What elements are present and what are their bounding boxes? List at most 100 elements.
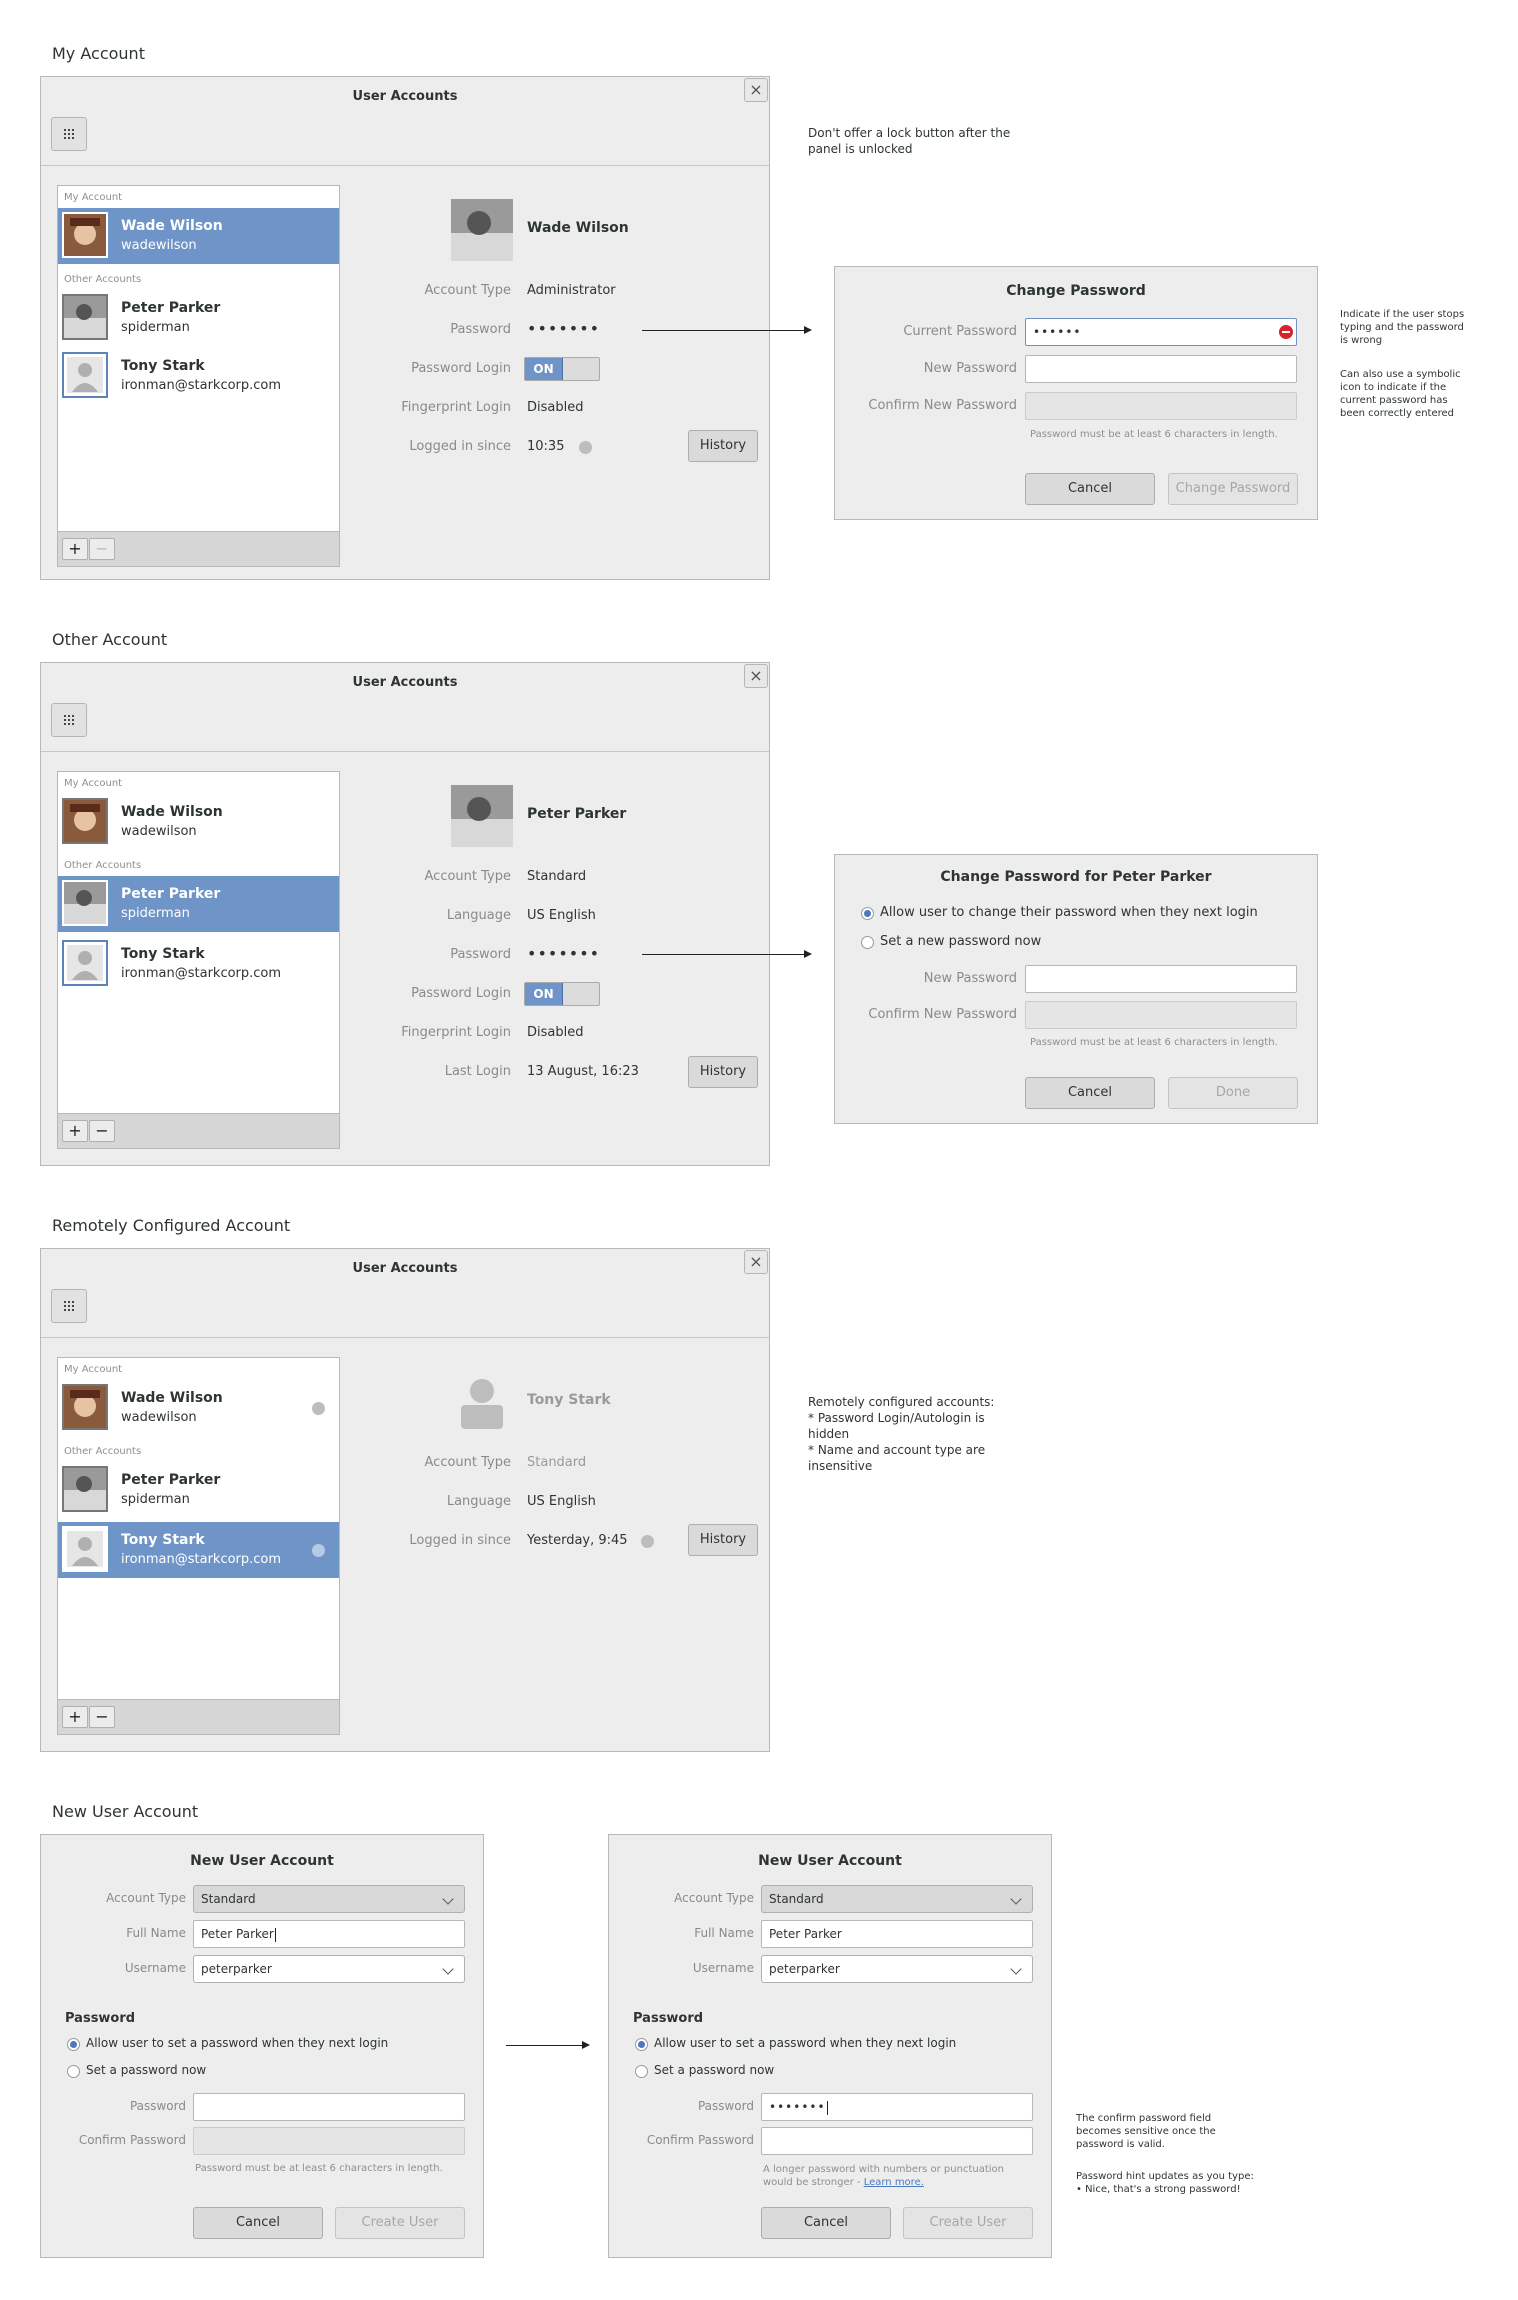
cancel-button[interactable]: Cancel [193,2207,323,2239]
label-new-password: New Password [923,971,1017,986]
label-password: Password [697,2099,754,2113]
password-field[interactable] [193,2093,465,2121]
password-login-switch[interactable]: ON [524,357,600,381]
radio-next-login[interactable] [861,907,874,920]
person-icon [62,1526,108,1572]
arrow-right-icon [804,950,812,958]
language-value[interactable]: US English [527,908,596,923]
confirm-password-field[interactable] [1025,1001,1297,1029]
new-password-field[interactable] [1025,355,1297,383]
grid-icon[interactable] [51,1289,87,1323]
dialog-title: Change Password [1006,283,1146,299]
account-type-combo[interactable]: Standard [761,1885,1033,1913]
label-logged-in-since: Logged in since [409,439,511,454]
full-name-field[interactable]: Peter Parker [761,1920,1033,1948]
list-item-wade-wilson[interactable]: Wade Wilson wadewilson [58,1380,339,1436]
new-password-field[interactable] [1025,965,1297,993]
label-language: Language [446,908,511,923]
change-password-button[interactable]: Change Password [1168,473,1298,505]
radio-next-login-label[interactable]: Allow user to set a password when they n… [654,2036,956,2050]
remove-icon[interactable]: − [89,1120,115,1142]
full-name-field[interactable]: Peter Parker [193,1920,465,1948]
grid-icon[interactable] [51,703,87,737]
header-separator [41,751,769,752]
confirm-password-field[interactable] [1025,392,1297,420]
password-value[interactable]: ••••••• [527,319,600,338]
window-title: User Accounts [352,1261,458,1276]
radio-set-now-label[interactable]: Set a password now [654,2063,774,2077]
check-icon [312,1544,325,1557]
list-item-peter-parker[interactable]: Peter Parker spiderman [58,290,339,346]
user-list: My Account Wade Wilson wadewilson Other … [57,771,340,1149]
fingerprint-value[interactable]: Disabled [527,400,583,415]
radio-next-login-label[interactable]: Allow user to set a password when they n… [86,2036,388,2050]
radio-set-now-label[interactable]: Set a password now [86,2063,206,2077]
fingerprint-value[interactable]: Disabled [527,1025,583,1040]
password-value[interactable]: ••••••• [527,944,600,963]
user-name[interactable]: Peter Parker [527,806,626,822]
label-fingerprint-login: Fingerprint Login [401,400,511,415]
create-user-button[interactable]: Create User [335,2207,465,2239]
label-confirm-password: Confirm Password [78,2133,186,2147]
cancel-button[interactable]: Cancel [1025,473,1155,505]
cancel-button[interactable]: Cancel [761,2207,891,2239]
user-avatar[interactable] [451,199,513,261]
note-hint-updates: Password hint updates as you type: • Nic… [1076,2171,1254,2195]
account-type-combo[interactable]: Standard [193,1885,465,1913]
radio-set-now-label[interactable]: Set a new password now [880,934,1041,949]
account-type-value[interactable]: Administrator [527,283,616,298]
radio-next-login-label[interactable]: Allow user to change their password when… [880,905,1258,920]
radio-set-now[interactable] [635,2065,648,2078]
create-user-button[interactable]: Create User [903,2207,1033,2239]
history-button[interactable]: History [688,1524,758,1556]
add-icon[interactable]: + [62,538,88,560]
header-separator [41,1337,769,1338]
learn-more-link[interactable]: Learn more. [864,2177,924,2188]
list-item-peter-parker[interactable]: Peter Parker spiderman [58,1462,339,1518]
close-icon[interactable]: × [744,1250,768,1274]
logged-in-value: Yesterday, 9:45 [527,1533,628,1548]
user-avatar[interactable] [451,785,513,847]
label-username: Username [124,1961,186,1975]
label-account-type: Account Type [424,869,511,884]
current-password-field[interactable]: •••••• [1025,318,1297,346]
confirm-password-field[interactable] [193,2127,465,2155]
language-value[interactable]: US English [527,1494,596,1509]
list-item-wade-wilson[interactable]: Wade Wilson wadewilson [58,794,339,850]
user-name[interactable]: Wade Wilson [527,220,629,236]
radio-set-now[interactable] [861,936,874,949]
done-button[interactable]: Done [1168,1077,1298,1109]
radio-set-now[interactable] [67,2065,80,2078]
grid-icon[interactable] [51,117,87,151]
list-item-tony-stark[interactable]: Tony Stark ironman@starkcorp.com [58,348,339,404]
label-last-login: Last Login [444,1064,511,1079]
radio-next-login[interactable] [635,2038,648,2051]
add-icon[interactable]: + [62,1120,88,1142]
account-type-value[interactable]: Standard [527,869,586,884]
logged-in-value: 10:35 [527,439,565,454]
username-combo[interactable]: peterparker [761,1955,1033,1983]
list-item-peter-parker[interactable]: Peter Parker spiderman [58,876,339,932]
close-icon[interactable]: × [744,78,768,102]
remove-icon[interactable]: − [89,538,115,560]
user-accounts-window: User Accounts × My Account Wade Wilson w… [40,76,770,580]
remove-icon[interactable]: − [89,1706,115,1728]
label-account-type: Account Type [106,1891,186,1905]
label-username: Username [692,1961,754,1975]
history-button[interactable]: History [688,1056,758,1088]
cancel-button[interactable]: Cancel [1025,1077,1155,1109]
user-list: My Account Wade Wilson wadewilson Other … [57,185,340,567]
list-item-tony-stark[interactable]: Tony Stark ironman@starkcorp.com [58,936,339,992]
add-icon[interactable]: + [62,1706,88,1728]
radio-next-login[interactable] [67,2038,80,2051]
username-combo[interactable]: peterparker [193,1955,465,1983]
password-login-switch[interactable]: ON [524,982,600,1006]
note-symbolic-icon: Can also use a symbolic icon to indicate… [1340,369,1461,419]
history-button[interactable]: History [688,430,758,462]
password-field[interactable]: ••••••• [761,2093,1033,2121]
list-item-wade-wilson[interactable]: Wade Wilson wadewilson [58,208,339,264]
list-item-tony-stark[interactable]: Tony Stark ironman@starkcorp.com [58,1522,339,1578]
close-icon[interactable]: × [744,664,768,688]
section-title-remote-account: Remotely Configured Account [52,1216,291,1235]
confirm-password-field[interactable] [761,2127,1033,2155]
